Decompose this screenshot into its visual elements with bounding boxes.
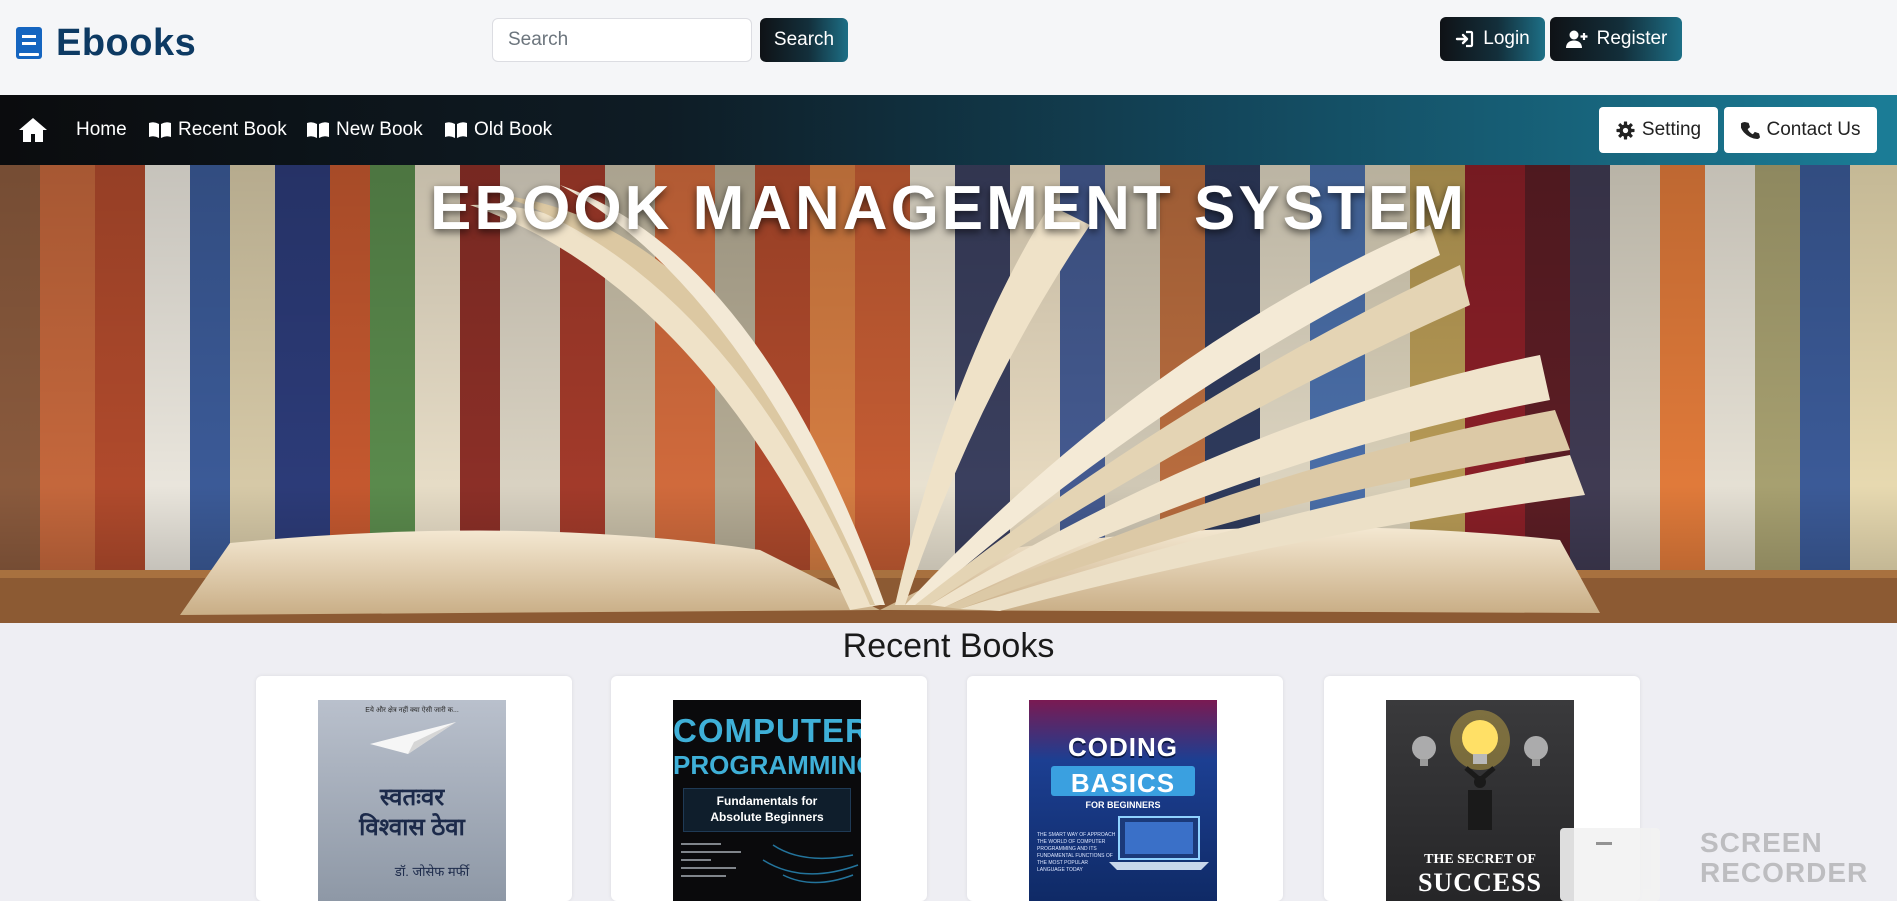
cover-subtitle: FOR BEGINNERS	[1085, 800, 1161, 810]
recent-books-heading: Recent Books	[842, 627, 1055, 665]
login-label: Login	[1483, 28, 1530, 49]
cover-title-line1: CODING	[1068, 732, 1178, 762]
nav-item-home[interactable]: Home	[76, 95, 127, 165]
book-card[interactable]: CODING BASICS FOR BEGINNERS THE SMART WA…	[967, 676, 1283, 901]
light-bulbs-image	[1412, 710, 1548, 830]
nav-item-new-book[interactable]: New Book	[306, 95, 423, 165]
register-button[interactable]: Register	[1550, 17, 1682, 61]
home-icon[interactable]	[18, 116, 48, 144]
cover-author: डॉ. जोसेफ मर्फी	[394, 864, 470, 879]
book-cover[interactable]: THE SECRET OF SUCCESS	[1386, 700, 1574, 901]
open-book-icon	[445, 122, 467, 138]
main-navbar: Home Recent Book New Book Old Book Setti…	[0, 95, 1897, 165]
cover-title-line1: THE SECRET OF	[1424, 852, 1536, 867]
book-card[interactable]: Eये और क्षेत्र नहीं क्या ऐसी जारी क... स…	[256, 676, 572, 901]
setting-label: Setting	[1641, 119, 1702, 140]
user-plus-icon	[1565, 30, 1588, 48]
contact-us-button[interactable]: Contact Us	[1724, 107, 1877, 153]
open-book-icon	[307, 122, 329, 138]
cover-title-line1: COMPUTER	[673, 712, 861, 749]
paper-plane-image	[370, 722, 456, 754]
recorder-line2: RECORDER	[1700, 857, 1869, 888]
phone-icon	[1740, 121, 1760, 139]
nav-item-recent-book[interactable]: Recent Book	[148, 95, 287, 165]
search-input[interactable]	[492, 18, 752, 62]
cover-title-line2: SUCCESS	[1417, 868, 1543, 897]
login-icon	[1456, 30, 1474, 48]
brand-name: Ebooks	[56, 21, 197, 64]
book-card[interactable]: COMPUTER PROGRAMMING Fundamentals for Ab…	[611, 676, 927, 901]
book-icon	[16, 27, 42, 59]
book-cover[interactable]: Eये और क्षेत्र नहीं क्या ऐसी जारी क... स…	[318, 700, 506, 901]
login-button[interactable]: Login	[1440, 17, 1545, 61]
register-label: Register	[1596, 28, 1668, 49]
book-cover[interactable]: CODING BASICS FOR BEGINNERS THE SMART WA…	[1029, 700, 1217, 901]
nav-item-label: Recent Book	[178, 119, 287, 140]
recorder-line1: SCREEN	[1700, 827, 1823, 858]
cover-title-line2: विश्वास ठेवा	[359, 814, 465, 841]
recorder-minimize-box[interactable]	[1560, 828, 1660, 901]
cover-blurb: THE SMART WAY OF APPROACH THE WORLD OF C…	[1037, 832, 1116, 873]
nav-item-label: Home	[76, 119, 127, 140]
hero-banner: EBOOK MANAGEMENT SYSTEM	[0, 165, 1897, 623]
cover-subtitle-line2: Absolute Beginners	[710, 810, 824, 824]
contact-label: Contact Us	[1766, 119, 1861, 140]
nav-item-old-book[interactable]: Old Book	[444, 95, 552, 165]
cover-top-line: Eये और क्षेत्र नहीं क्या ऐसी जारी क...	[365, 707, 459, 714]
nav-item-label: Old Book	[474, 119, 553, 140]
cover-title-line2: BASICS	[1070, 768, 1176, 798]
setting-button[interactable]: Setting	[1599, 107, 1718, 153]
gear-icon	[1616, 120, 1635, 140]
hero-title: EBOOK MANAGEMENT SYSTEM	[430, 174, 1467, 243]
search-button[interactable]: Search	[760, 18, 848, 62]
cover-title-line1: स्वतःवर	[379, 784, 445, 811]
brand-logo[interactable]: Ebooks	[16, 22, 196, 64]
nav-item-label: New Book	[336, 119, 423, 140]
screen-recorder-watermark: SCREEN RECORDER	[1560, 828, 1867, 901]
cover-subtitle-line1: Fundamentals for	[716, 794, 818, 808]
search-button-label: Search	[773, 29, 835, 50]
code-lines-image	[681, 843, 859, 884]
top-header: Ebooks Search Login Register	[0, 0, 1897, 95]
book-cover[interactable]: COMPUTER PROGRAMMING Fundamentals for Ab…	[673, 700, 861, 901]
open-book-icon	[149, 122, 171, 138]
cover-title-line2: PROGRAMMING	[673, 750, 861, 780]
